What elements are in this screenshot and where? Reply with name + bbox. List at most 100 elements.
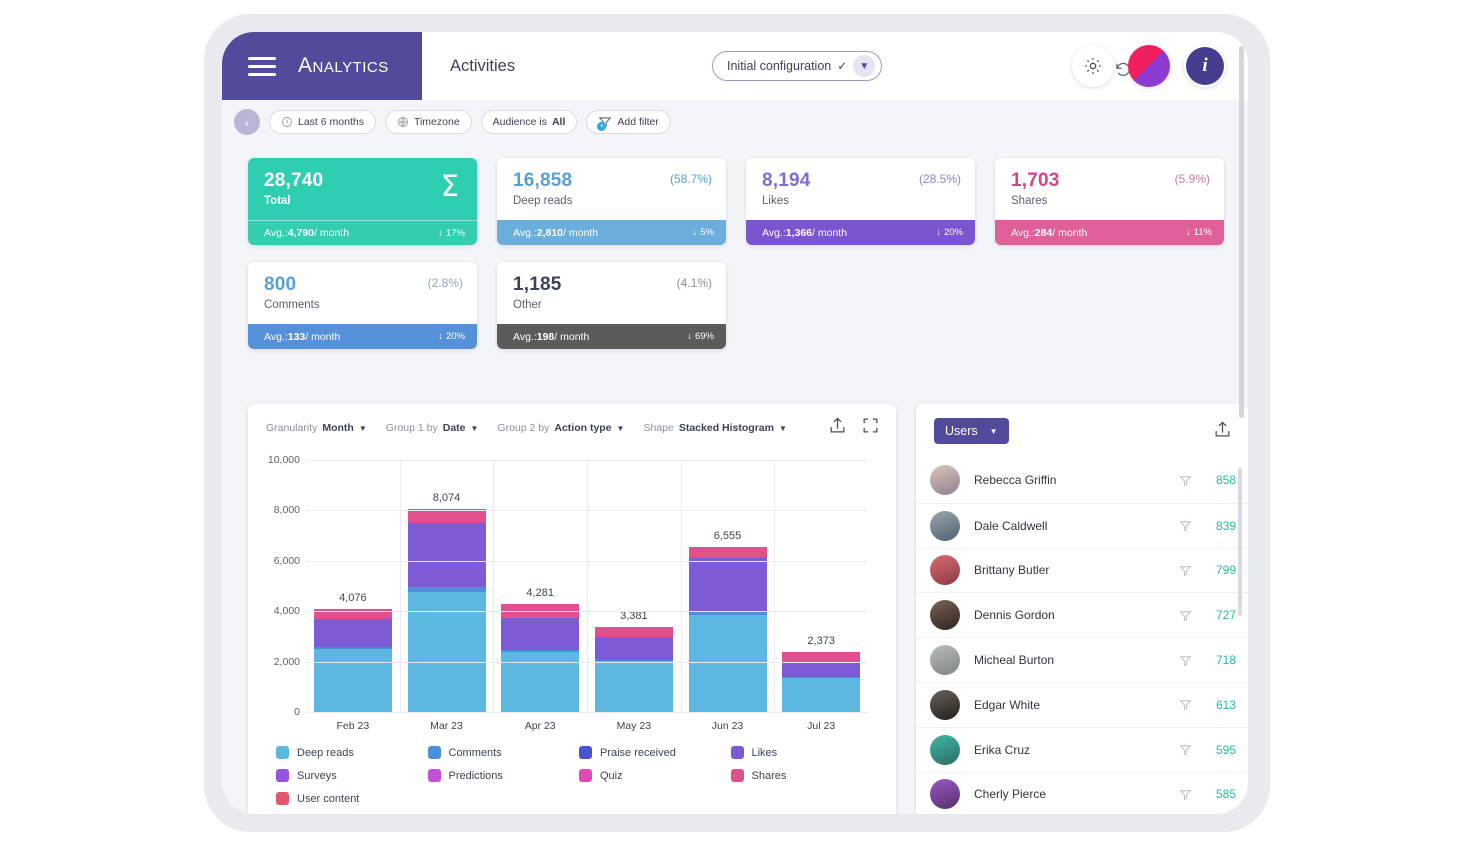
bar-column[interactable]: 2,373	[774, 460, 868, 712]
user-name: Brittany Butler	[974, 563, 1050, 578]
bar-segment-likes[interactable]	[782, 661, 861, 677]
filter-icon[interactable]	[1179, 519, 1192, 532]
kpi-footer: Avg.: 133 / month ↓ 20%	[248, 324, 477, 349]
bar-segment-likes[interactable]	[407, 522, 486, 587]
bar-segment-deep-reads[interactable]	[501, 651, 580, 712]
kpi-card-likes[interactable]: 8,194 Likes (28.5%) Avg.: 1,366 / month …	[746, 158, 975, 245]
legend-item[interactable]: Comments	[427, 746, 580, 759]
avatar	[930, 600, 960, 631]
kpi-avg-value: 133	[287, 330, 306, 343]
kpi-avg-prefix: Avg.:	[762, 226, 786, 239]
configuration-selector[interactable]: Initial configuration ✓ ▼	[712, 51, 883, 81]
page-scrollbar[interactable]	[1239, 46, 1244, 418]
filter-icon[interactable]	[1179, 474, 1192, 487]
bar-segment-deep-reads[interactable]	[313, 648, 392, 712]
kpi-avg-suffix: / month	[305, 330, 341, 343]
collapse-filters-button[interactable]: ‹	[234, 109, 260, 135]
filter-chip-audience[interactable]: Audience is All	[480, 110, 578, 134]
bar-column[interactable]: 4,281	[493, 460, 587, 712]
export-icon[interactable]	[828, 416, 847, 435]
filter-chip-date-range[interactable]: Last 6 months	[269, 110, 376, 134]
avatar[interactable]	[1128, 45, 1170, 87]
bar-segment-deep-reads[interactable]	[782, 678, 861, 712]
kpi-avg-prefix: Avg.:	[264, 227, 288, 239]
kpi-card-deep-reads[interactable]: 16,858 Deep reads (58.7%) Avg.: 2,810 / …	[497, 158, 726, 245]
bar-segment-likes[interactable]	[501, 617, 580, 651]
y-axis: 0 2,000 4,000 6,000 8,000 10,000	[248, 452, 306, 718]
granularity-select[interactable]: Month ▼	[322, 422, 366, 434]
bar-column[interactable]: 6,555	[681, 460, 775, 712]
user-row[interactable]: Dennis Gordon 727	[916, 592, 1248, 637]
user-row[interactable]: Dale Caldwell 839	[916, 502, 1248, 548]
kpi-card-total[interactable]: 28,740 Total Σ Avg.: 4,790 / month ↓ 17%	[248, 158, 477, 245]
kpi-trend-value: 17%	[445, 227, 465, 239]
bar-segment-deep-reads[interactable]	[688, 615, 767, 712]
group1-select[interactable]: Date ▼	[443, 422, 479, 434]
legend-item[interactable]: Quiz	[579, 769, 731, 782]
gear-icon[interactable]	[1072, 45, 1114, 87]
chart-panel: Granularity Month ▼ Group 1 by Date ▼ Gr…	[248, 404, 896, 814]
filter-icon[interactable]	[1179, 698, 1192, 711]
bar-segment-shares[interactable]	[688, 546, 767, 559]
clock-icon	[281, 116, 293, 128]
chevron-down-icon[interactable]: ▼	[853, 55, 876, 77]
kpi-card-shares[interactable]: 1,703 Shares (5.9%) Avg.: 284 / month ↓ …	[995, 158, 1224, 245]
bar-total-label: 6,555	[713, 529, 742, 542]
user-row[interactable]: Brittany Butler 799	[916, 547, 1248, 593]
legend-label: Likes	[751, 746, 778, 759]
user-row[interactable]: Erika Cruz 595	[916, 726, 1248, 772]
legend-item[interactable]: Shares	[730, 769, 883, 782]
y-axis-tick: 2,000	[273, 655, 300, 668]
users-dimension-select[interactable]: Users ▼	[934, 418, 1009, 444]
stacked-bar[interactable]: 6,555	[688, 530, 767, 712]
hamburger-menu-icon[interactable]	[248, 56, 276, 76]
group2-select[interactable]: Action type ▼	[554, 422, 624, 434]
user-row[interactable]: Edgar White 613	[916, 681, 1248, 727]
trend-down-icon: ↓	[936, 227, 941, 238]
bar-segment-likes[interactable]	[688, 558, 767, 612]
legend-item[interactable]: Praise received	[579, 746, 731, 759]
info-button[interactable]: i	[1184, 45, 1226, 87]
kpi-trend: ↓ 20%	[936, 227, 963, 238]
bar-segment-likes[interactable]	[594, 637, 673, 660]
legend-item[interactable]: Likes	[730, 746, 883, 759]
legend-item[interactable]: Surveys	[276, 769, 428, 782]
users-header: Users ▼	[916, 404, 1248, 458]
bar-segment-deep-reads[interactable]	[594, 660, 673, 712]
kpi-card-comments[interactable]: 800 Comments (2.8%) Avg.: 133 / month ↓ …	[248, 262, 477, 349]
stacked-bar[interactable]: 4,281	[501, 587, 580, 712]
bar-column[interactable]: 3,381	[587, 460, 681, 712]
user-row[interactable]: Cherly Pierce 585	[916, 771, 1248, 814]
bar-segment-shares[interactable]	[594, 626, 673, 638]
legend-item[interactable]: Deep reads	[276, 746, 428, 759]
bar-column[interactable]: 4,076	[306, 460, 400, 712]
plot-area: 4,076 8,074 4,281 3,381 6,555 2,373	[306, 460, 868, 713]
user-row[interactable]: Micheal Burton 718	[916, 637, 1248, 682]
filter-chip-timezone[interactable]: Timezone	[384, 110, 472, 134]
bar-segment-shares[interactable]	[782, 652, 861, 662]
stacked-bar[interactable]: 3,381	[594, 610, 673, 712]
bar-total-label: 2,373	[807, 635, 835, 648]
bar-segment-deep-reads[interactable]	[407, 591, 486, 712]
shape-select[interactable]: Stacked Histogram ▼	[679, 422, 787, 434]
kpi-label: Total	[264, 195, 291, 207]
filter-icon[interactable]	[1179, 654, 1192, 667]
kpi-card-other[interactable]: 1,185 Other (4.1%) Avg.: 198 / month ↓ 6…	[497, 262, 726, 349]
legend-item[interactable]: Predictions	[427, 769, 580, 782]
filter-icon[interactable]	[1179, 609, 1192, 622]
group1-value: Date	[442, 422, 466, 434]
legend-swatch	[276, 746, 289, 759]
bar-total-label: 4,281	[526, 587, 554, 600]
filter-icon[interactable]	[1179, 788, 1192, 801]
bar-segment-likes[interactable]	[313, 619, 392, 647]
bar-column[interactable]: 8,074	[400, 460, 494, 712]
filter-icon[interactable]	[1179, 743, 1192, 756]
group2-value: Action type	[554, 422, 612, 434]
legend-item[interactable]: User content	[276, 792, 428, 805]
fullscreen-icon[interactable]	[861, 416, 880, 435]
user-row[interactable]: Rebecca Griffin 858	[916, 458, 1248, 503]
filter-icon[interactable]	[1179, 564, 1192, 577]
users-list-scrollbar[interactable]	[1238, 468, 1242, 616]
add-filter-button[interactable]: + Add filter	[586, 110, 671, 134]
export-icon[interactable]	[1213, 420, 1232, 439]
